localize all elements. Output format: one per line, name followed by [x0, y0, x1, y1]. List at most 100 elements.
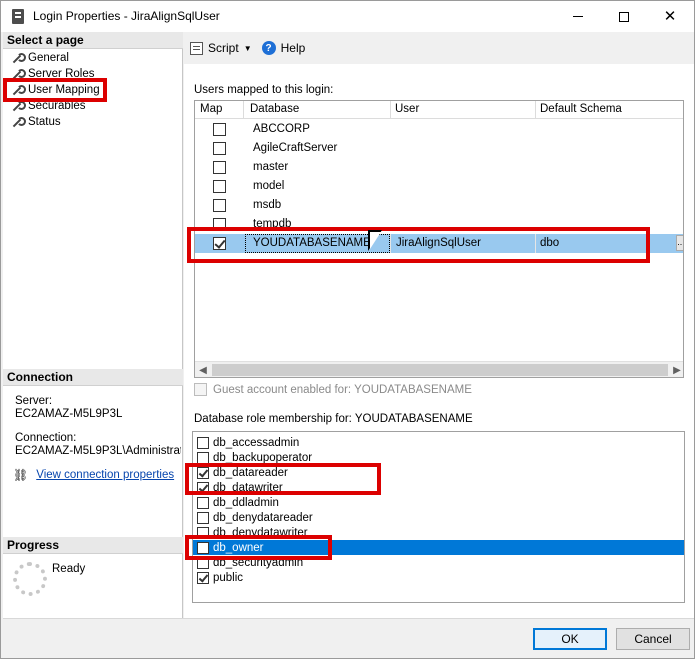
script-label: Script: [208, 41, 239, 55]
connection-value: EC2AMAZ-M5L9P3L\Administrator: [15, 445, 181, 457]
mouse-cursor-icon: [370, 232, 381, 249]
role-checkbox-checked[interactable]: [197, 571, 209, 584]
role-label: db_securityadmin: [213, 556, 304, 569]
server-label: Server:: [15, 395, 53, 407]
table-row[interactable]: ABCCORP: [195, 120, 683, 139]
list-item-selected[interactable]: db_owner: [193, 540, 684, 555]
table-row-selected[interactable]: YOUDATABASENAME JiraAlignSqlUser dbo ...: [195, 234, 683, 253]
map-checkbox[interactable]: [213, 123, 226, 136]
list-item[interactable]: public: [193, 570, 684, 585]
role-checkbox-checked[interactable]: [197, 481, 209, 494]
role-membership-label: Database role membership for: YOUDATABAS…: [194, 413, 473, 425]
minimize-icon: [573, 16, 583, 17]
page-item-user-mapping[interactable]: User Mapping: [11, 82, 100, 98]
list-item[interactable]: db_denydatareader: [193, 510, 684, 525]
server-value: EC2AMAZ-M5L9P3L: [15, 408, 123, 420]
column-divider: [535, 101, 536, 119]
role-checkbox[interactable]: [197, 541, 209, 554]
wrench-icon: [11, 116, 26, 128]
user-cell[interactable]: JiraAlignSqlUser: [396, 237, 481, 249]
role-label: public: [213, 571, 244, 584]
toolbar: Script ▼ ? Help: [184, 32, 694, 64]
title-bar: Login Properties - JiraAlignSqlUser ✕: [1, 1, 694, 32]
script-button[interactable]: Script ▼: [190, 41, 252, 55]
database-cell: msdb: [253, 199, 282, 211]
table-row[interactable]: AgileCraftServer: [195, 139, 683, 158]
role-checkbox[interactable]: [197, 511, 209, 524]
page-item-server-roles[interactable]: Server Roles: [11, 66, 94, 82]
horizontal-scrollbar[interactable]: ◀ ▶: [195, 361, 683, 377]
maximize-button[interactable]: [601, 1, 647, 32]
role-membership-list: db_accessadmin db_backupoperator db_data…: [192, 431, 685, 603]
guest-account-label: Guest account enabled for: YOUDATABASENA…: [213, 383, 472, 396]
map-checkbox[interactable]: [213, 142, 226, 155]
map-checkbox[interactable]: [213, 199, 226, 212]
column-divider: [243, 101, 244, 119]
role-checkbox[interactable]: [197, 436, 209, 449]
role-checkbox[interactable]: [197, 526, 209, 539]
wrench-icon: [11, 52, 26, 64]
map-checkbox[interactable]: [213, 161, 226, 174]
table-row[interactable]: msdb: [195, 196, 683, 215]
schema-ellipsis-button[interactable]: ...: [676, 235, 683, 251]
window-app-icon: [12, 9, 24, 24]
database-cell: tempdb: [253, 218, 292, 230]
database-cell: AgileCraftServer: [253, 142, 338, 154]
role-label: db_backupoperator: [213, 451, 313, 464]
map-checkbox-checked[interactable]: [213, 237, 226, 250]
list-item[interactable]: db_datareader: [193, 465, 684, 480]
help-label: Help: [280, 41, 306, 55]
wrench-icon: [11, 68, 26, 80]
window-title: Login Properties - JiraAlignSqlUser: [33, 9, 220, 23]
chevron-down-icon: ▼: [243, 43, 252, 53]
role-label: db_denydatawriter: [213, 526, 308, 539]
help-icon: ?: [261, 41, 276, 55]
close-button[interactable]: ✕: [647, 1, 693, 32]
default-schema-cell[interactable]: dbo: [540, 237, 559, 249]
left-pane: Select a page General Server Roles User …: [3, 32, 183, 618]
users-mapped-grid: Map Database User Default Schema ABCCORP…: [194, 100, 684, 378]
role-checkbox[interactable]: [197, 451, 209, 464]
role-label: db_ddladmin: [213, 496, 279, 509]
scroll-right-icon[interactable]: ▶: [669, 363, 683, 377]
list-item[interactable]: db_accessadmin: [193, 435, 684, 450]
help-button[interactable]: ? Help: [261, 41, 306, 55]
list-item[interactable]: db_denydatawriter: [193, 525, 684, 540]
list-item[interactable]: db_securityadmin: [193, 555, 684, 570]
scrollbar-thumb[interactable]: [212, 364, 668, 376]
minimize-button[interactable]: [555, 1, 601, 32]
page-item-label: User Mapping: [28, 84, 100, 96]
list-item[interactable]: db_datawriter: [193, 480, 684, 495]
page-item-status[interactable]: Status: [11, 114, 61, 130]
page-item-securables[interactable]: Securables: [11, 98, 86, 114]
role-label: db_denydatareader: [213, 511, 313, 524]
wrench-icon: [11, 84, 26, 96]
map-checkbox[interactable]: [213, 218, 226, 231]
role-checkbox[interactable]: [197, 556, 209, 569]
table-row[interactable]: model: [195, 177, 683, 196]
scroll-left-icon[interactable]: ◀: [195, 363, 211, 377]
role-checkbox[interactable]: [197, 496, 209, 509]
column-header-database[interactable]: Database: [250, 103, 299, 115]
select-page-header: Select a page: [3, 32, 183, 49]
page-item-label: Status: [28, 116, 61, 128]
table-row[interactable]: tempdb: [195, 215, 683, 234]
ok-button[interactable]: OK: [533, 628, 607, 650]
table-row[interactable]: master: [195, 158, 683, 177]
column-header-map[interactable]: Map: [200, 103, 222, 115]
users-mapped-label: Users mapped to this login:: [194, 84, 334, 96]
view-connection-properties-link[interactable]: View connection properties: [36, 469, 174, 481]
map-checkbox[interactable]: [213, 180, 226, 193]
connection-header: Connection: [3, 369, 183, 386]
column-header-default-schema[interactable]: Default Schema: [540, 103, 622, 115]
page-item-general[interactable]: General: [11, 50, 69, 66]
role-label: db_accessadmin: [213, 436, 300, 449]
role-checkbox-checked[interactable]: [197, 466, 209, 479]
list-item[interactable]: db_backupoperator: [193, 450, 684, 465]
view-connection-row: ⛓ View connection properties: [13, 468, 174, 482]
list-item[interactable]: db_ddladmin: [193, 495, 684, 510]
progress-header: Progress: [3, 537, 183, 554]
column-divider: [535, 234, 536, 253]
column-header-user[interactable]: User: [395, 103, 419, 115]
cancel-button[interactable]: Cancel: [616, 628, 690, 650]
